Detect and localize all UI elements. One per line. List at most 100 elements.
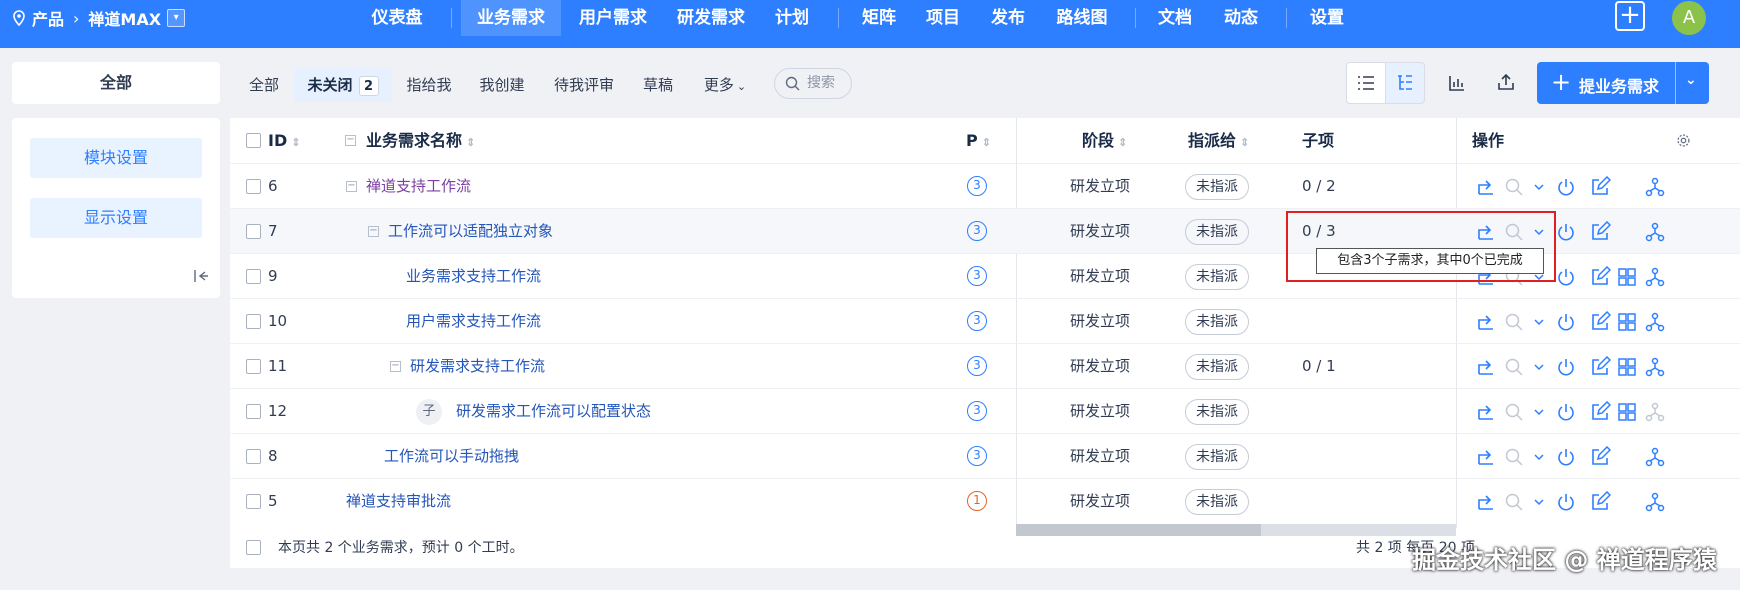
table-row[interactable]: 5 禅道支持审批流 1 研发立项 未指派 [230, 478, 1740, 523]
close-power-icon[interactable] [1555, 221, 1577, 243]
close-power-icon[interactable] [1555, 176, 1577, 198]
nav-docs[interactable]: 文档 [1152, 0, 1198, 36]
submit-review-icon[interactable] [1475, 311, 1497, 333]
product-switch-button[interactable]: ▾ [167, 9, 186, 27]
row-checkbox[interactable] [246, 404, 261, 419]
tab-more[interactable]: 更多 ⌄ [697, 68, 753, 102]
export-icon[interactable] [1497, 73, 1515, 91]
review-icon[interactable] [1503, 491, 1525, 513]
edit-icon[interactable] [1589, 355, 1612, 378]
col-stage[interactable]: 阶段 ⇕ [1082, 118, 1127, 163]
close-power-icon[interactable] [1555, 266, 1577, 288]
breakdown-icon[interactable] [1644, 266, 1666, 288]
more-actions-chevron-icon[interactable] [1528, 311, 1550, 333]
edit-icon[interactable] [1589, 220, 1612, 243]
tab-draft[interactable]: 草稿 [637, 68, 679, 102]
avatar[interactable]: A [1672, 1, 1706, 35]
tab-unclosed[interactable]: 未关闭 2 [294, 68, 392, 102]
nav-user-requirements[interactable]: 用户需求 [570, 0, 656, 36]
col-assigned[interactable]: 指派给 ⇕ [1188, 118, 1249, 163]
select-all-checkbox[interactable] [246, 133, 261, 148]
row-checkbox[interactable] [246, 179, 261, 194]
nav-roadmap[interactable]: 路线图 [1050, 0, 1114, 36]
create-business-requirement-button[interactable]: + 提业务需求 ⌄ [1537, 62, 1709, 104]
nav-plan[interactable]: 计划 [768, 0, 816, 36]
collapse-all-toggle[interactable]: − [345, 135, 356, 146]
chevron-down-icon[interactable]: ⌄ [1685, 72, 1697, 88]
row-checkbox[interactable] [246, 359, 261, 374]
track-matrix-icon[interactable] [1616, 356, 1638, 378]
breakdown-icon[interactable] [1644, 311, 1666, 333]
row-name-link[interactable]: 研发需求支持工作流 [410, 344, 545, 389]
submit-review-icon[interactable] [1475, 401, 1497, 423]
nav-dev-requirements[interactable]: 研发需求 [668, 0, 754, 36]
tab-all[interactable]: 全部 [244, 68, 284, 102]
row-name-link[interactable]: 禅道支持审批流 [346, 479, 451, 524]
close-power-icon[interactable] [1555, 446, 1577, 468]
module-settings-button[interactable]: 模块设置 [30, 138, 202, 178]
track-matrix-icon[interactable] [1616, 311, 1638, 333]
col-id[interactable]: ID ⇕ [268, 118, 300, 163]
more-actions-chevron-icon[interactable] [1528, 401, 1550, 423]
col-name[interactable]: 业务需求名称 ⇕ [366, 118, 475, 163]
nav-project[interactable]: 项目 [920, 0, 966, 36]
close-power-icon[interactable] [1555, 491, 1577, 513]
footer-checkbox[interactable] [246, 540, 261, 555]
more-actions-chevron-icon[interactable] [1528, 356, 1550, 378]
scrollbar-thumb[interactable] [1016, 524, 1261, 536]
gear-icon[interactable] [1676, 133, 1691, 148]
review-icon[interactable] [1503, 176, 1525, 198]
review-icon[interactable] [1503, 356, 1525, 378]
submit-review-icon[interactable] [1475, 446, 1497, 468]
table-row[interactable]: 12 子研发需求工作流可以配置状态 3 研发立项 未指派 [230, 388, 1740, 433]
table-row[interactable]: 8 工作流可以手动拖拽 3 研发立项 未指派 [230, 433, 1740, 478]
nav-release[interactable]: 发布 [985, 0, 1031, 36]
row-checkbox[interactable] [246, 269, 261, 284]
breakdown-icon[interactable] [1644, 221, 1666, 243]
table-row[interactable]: 11 − 研发需求支持工作流 3 研发立项 未指派 0 / 1 [230, 343, 1740, 388]
edit-icon[interactable] [1589, 265, 1612, 288]
row-name-link[interactable]: 工作流可以适配独立对象 [388, 209, 553, 254]
row-name-link[interactable]: 用户需求支持工作流 [406, 299, 541, 344]
tab-review[interactable]: 待我评审 [549, 68, 619, 102]
row-name-link[interactable]: 业务需求支持工作流 [406, 254, 541, 299]
create-plus-button[interactable]: + [1615, 1, 1645, 31]
nav-dashboard[interactable]: 仪表盘 [362, 0, 432, 36]
assign-pill[interactable]: 未指派 [1185, 489, 1249, 515]
row-children-progress[interactable]: 0 / 2 [1302, 164, 1336, 209]
track-matrix-icon[interactable] [1616, 266, 1638, 288]
nav-settings[interactable]: 设置 [1304, 0, 1350, 36]
row-collapse-toggle[interactable]: − [346, 181, 357, 192]
display-settings-button[interactable]: 显示设置 [30, 198, 202, 238]
row-checkbox[interactable] [246, 494, 261, 509]
close-power-icon[interactable] [1555, 311, 1577, 333]
review-icon[interactable] [1503, 401, 1525, 423]
tab-created-by-me[interactable]: 我创建 [474, 68, 530, 102]
assign-pill[interactable]: 未指派 [1185, 219, 1249, 245]
submit-review-icon[interactable] [1475, 356, 1497, 378]
table-row[interactable]: 10 用户需求支持工作流 3 研发立项 未指派 [230, 298, 1740, 343]
report-chart-icon[interactable] [1448, 74, 1466, 92]
assign-pill[interactable]: 未指派 [1185, 354, 1249, 380]
product-name[interactable]: 禅道MAX [88, 6, 161, 30]
assign-pill[interactable]: 未指派 [1185, 174, 1249, 200]
row-collapse-toggle[interactable]: − [390, 361, 401, 372]
submit-review-icon[interactable] [1475, 176, 1497, 198]
module-all[interactable]: 全部 [12, 62, 220, 104]
assign-pill[interactable]: 未指派 [1185, 444, 1249, 470]
collapse-sidebar-icon[interactable] [193, 268, 209, 284]
close-power-icon[interactable] [1555, 401, 1577, 423]
row-name-link[interactable]: 研发需求工作流可以配置状态 [456, 389, 651, 434]
more-actions-chevron-icon[interactable] [1528, 176, 1550, 198]
review-icon[interactable] [1503, 311, 1525, 333]
breadcrumb-product[interactable]: 产品 [32, 6, 64, 30]
row-name-link[interactable]: 工作流可以手动拖拽 [384, 434, 519, 479]
assign-pill[interactable]: 未指派 [1185, 399, 1249, 425]
close-power-icon[interactable] [1555, 356, 1577, 378]
edit-icon[interactable] [1589, 310, 1612, 333]
breakdown-icon[interactable] [1644, 356, 1666, 378]
more-actions-chevron-icon[interactable] [1528, 491, 1550, 513]
row-checkbox[interactable] [246, 449, 261, 464]
col-priority[interactable]: P ⇕ [966, 118, 991, 163]
search-button[interactable]: 搜索 [774, 68, 852, 99]
